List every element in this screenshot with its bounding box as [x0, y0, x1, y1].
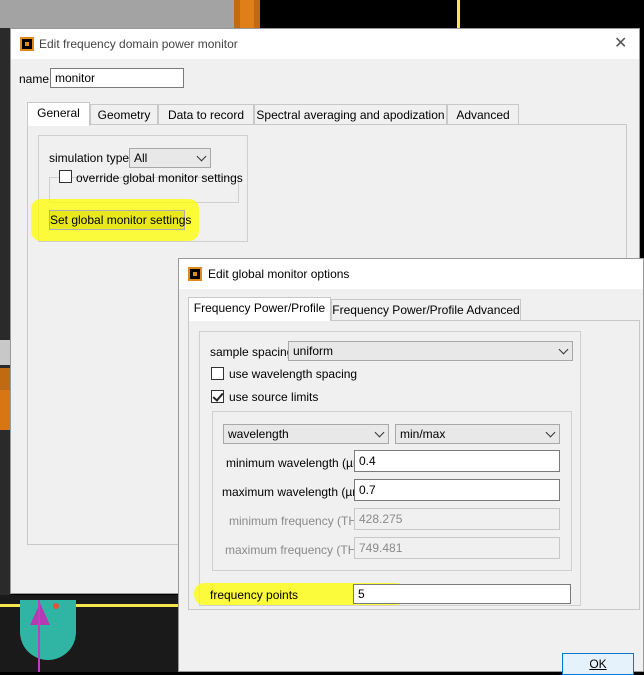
- sample-spacing-value: uniform: [293, 344, 334, 358]
- frequency-points-input[interactable]: 5: [353, 584, 571, 604]
- app-icon: [20, 37, 34, 51]
- scene-yellow-line: [457, 0, 460, 28]
- inner-dialog-title: Edit global monitor options: [208, 267, 350, 281]
- range-mode-select[interactable]: min/max: [395, 424, 560, 444]
- tab-frequency-power-profile-advanced[interactable]: Frequency Power/Profile Advanced: [331, 299, 521, 320]
- set-global-monitor-settings-button[interactable]: Set global monitor settings: [49, 210, 191, 230]
- use-source-limits-checkbox[interactable]: [211, 390, 224, 403]
- scene-left-gray: [0, 340, 10, 365]
- sample-spacing-select[interactable]: uniform: [288, 341, 573, 361]
- simulation-type-label: simulation type: [49, 151, 130, 165]
- range-mode-value: min/max: [400, 427, 446, 441]
- ok-button-label: OK: [589, 657, 607, 671]
- min-wavelength-input[interactable]: 0.4: [354, 450, 560, 472]
- sample-spacing-label: sample spacing: [210, 345, 294, 359]
- range-type-select[interactable]: wavelength: [223, 424, 389, 444]
- max-frequency-label: maximum frequency (THz): [225, 543, 367, 557]
- frequency-settings-group: sample spacing uniform use wavelength sp…: [194, 331, 581, 606]
- frequency-profile-panel: sample spacing uniform use wavelength sp…: [188, 320, 640, 610]
- override-checkbox[interactable]: [59, 170, 72, 183]
- name-label: name: [19, 72, 50, 86]
- name-input[interactable]: monitor: [50, 68, 184, 88]
- title-bar: Edit frequency domain power monitor ✕: [11, 29, 639, 59]
- close-icon[interactable]: ✕: [614, 33, 627, 53]
- simulation-settings-group: simulation type All override global moni…: [31, 135, 248, 242]
- tab-general[interactable]: General: [27, 102, 90, 126]
- min-frequency-label: minimum frequency (THz): [229, 514, 368, 528]
- global-monitor-options-dialog: Edit global monitor options Frequency Po…: [178, 258, 644, 675]
- scene-background-gray: [0, 0, 234, 28]
- chevron-down-icon: [558, 344, 569, 355]
- scene-magenta-line: [38, 600, 40, 672]
- min-wavelength-label: minimum wavelength (µm): [226, 456, 367, 470]
- range-group: wavelength min/max minimum wavelength (µ…: [212, 411, 572, 571]
- simulation-type-select[interactable]: All: [129, 148, 211, 168]
- tab-data-to-record[interactable]: Data to record: [158, 104, 254, 125]
- use-wavelength-spacing-label: use wavelength spacing: [229, 367, 358, 381]
- source-arrow-icon: [30, 603, 50, 625]
- checkmark-icon: [212, 390, 224, 402]
- scene-left-orange-2: [0, 390, 10, 430]
- inner-title-bar: Edit global monitor options: [179, 259, 643, 289]
- chevron-down-icon: [545, 427, 556, 438]
- simulation-type-value: All: [134, 151, 148, 165]
- app-icon: [188, 267, 202, 281]
- use-wavelength-spacing-checkbox[interactable]: [211, 367, 224, 380]
- range-type-value: wavelength: [228, 427, 289, 441]
- chevron-down-icon: [196, 151, 207, 162]
- frequency-points-label: frequency points: [210, 588, 299, 602]
- tab-spectral-averaging[interactable]: Spectral averaging and apodization: [254, 104, 447, 125]
- scene-red-dot: [53, 603, 59, 609]
- tab-geometry[interactable]: Geometry: [90, 104, 158, 125]
- scene-left-orange: [0, 368, 10, 390]
- min-frequency-input: 428.275: [354, 508, 560, 530]
- chevron-down-icon: [374, 427, 385, 438]
- tab-advanced[interactable]: Advanced: [447, 104, 519, 125]
- max-wavelength-label: maximum wavelength (µm): [222, 485, 367, 499]
- max-wavelength-input[interactable]: 0.7: [354, 479, 560, 501]
- max-frequency-input: 749.481: [354, 537, 560, 559]
- scene-orange-object-inner: [240, 0, 254, 28]
- override-label: override global monitor settings: [76, 171, 243, 185]
- use-source-limits-label: use source limits: [229, 390, 319, 404]
- tab-frequency-power-profile[interactable]: Frequency Power/Profile: [188, 297, 331, 321]
- dialog-title: Edit frequency domain power monitor: [39, 37, 238, 51]
